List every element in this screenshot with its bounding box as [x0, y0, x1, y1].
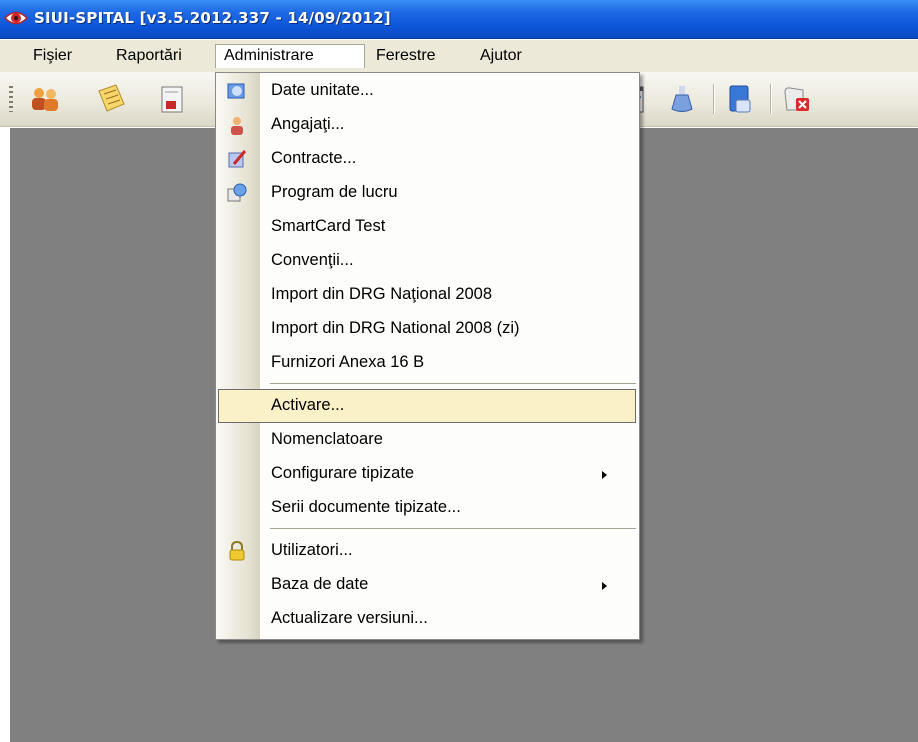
flask-icon[interactable]	[665, 82, 699, 116]
window-title: SIUI-SPITAL [v3.5.2012.337 - 14/09/2012]	[34, 9, 391, 27]
menu-item-smartcard-test[interactable]: SmartCard Test	[218, 210, 636, 244]
administrare-dropdown: Date unitate... Angajaţi... Contracte...…	[215, 72, 640, 640]
menu-item-utilizatori[interactable]: Utilizatori...	[218, 534, 636, 568]
menu-item-contracte[interactable]: Contracte...	[218, 142, 636, 176]
menu-item-angajati[interactable]: Angajaţi...	[218, 108, 636, 142]
menu-item-serii-documente-tipizate[interactable]: Serii documente tipizate...	[218, 491, 636, 525]
menu-item-actualizare-versiuni[interactable]: Actualizare versiuni...	[218, 602, 636, 636]
lock-icon	[229, 540, 245, 561]
menu-separator	[270, 383, 636, 385]
toolbar-grip[interactable]	[9, 86, 13, 112]
menu-item-nomenclatoare[interactable]: Nomenclatoare	[218, 423, 636, 457]
eye-icon	[4, 11, 28, 25]
contract-icon	[228, 150, 247, 168]
menu-item-program-de-lucru[interactable]: Program de lucru	[218, 176, 636, 210]
submenu-arrow-icon	[602, 582, 607, 590]
menu-item-furnizori-anexa-16b[interactable]: Furnizori Anexa 16 B	[218, 346, 636, 380]
title-bar[interactable]: SIUI-SPITAL [v3.5.2012.337 - 14/09/2012]	[0, 0, 918, 39]
menu-item-import-drg-national-2008-zi[interactable]: Import din DRG National 2008 (zi)	[218, 312, 636, 346]
notes-icon[interactable]	[94, 82, 128, 116]
schedule-icon	[227, 183, 247, 202]
menu-item-configurare-tipizate[interactable]: Configurare tipizate	[218, 457, 636, 491]
users-icon[interactable]	[28, 82, 62, 116]
report-icon[interactable]	[723, 82, 757, 116]
menu-administrare[interactable]: Administrare	[215, 44, 365, 68]
toolbar-separator	[770, 84, 772, 114]
menu-item-activare[interactable]: Activare...	[218, 389, 636, 423]
menu-separator	[270, 528, 636, 530]
close-document-icon[interactable]	[779, 82, 813, 116]
menu-item-baza-de-date[interactable]: Baza de date	[218, 568, 636, 602]
globe-icon	[227, 83, 245, 99]
menu-ferestre[interactable]: Ferestre	[368, 44, 444, 68]
toolbar-separator	[713, 84, 715, 114]
menu-item-date-unitate[interactable]: Date unitate...	[218, 74, 636, 108]
person-icon	[231, 117, 243, 135]
menu-item-import-drg-national-2008[interactable]: Import din DRG Naţional 2008	[218, 278, 636, 312]
menu-item-conventii[interactable]: Convenţii...	[218, 244, 636, 278]
menu-ajutor[interactable]: Ajutor	[472, 44, 530, 68]
document-icon[interactable]	[155, 82, 189, 116]
menu-bar: Fişier Raportări Administrare Ferestre A…	[0, 40, 918, 72]
menu-raportari[interactable]: Raportări	[108, 44, 190, 68]
submenu-arrow-icon	[602, 471, 607, 479]
menu-fisier[interactable]: Fişier	[25, 44, 80, 68]
